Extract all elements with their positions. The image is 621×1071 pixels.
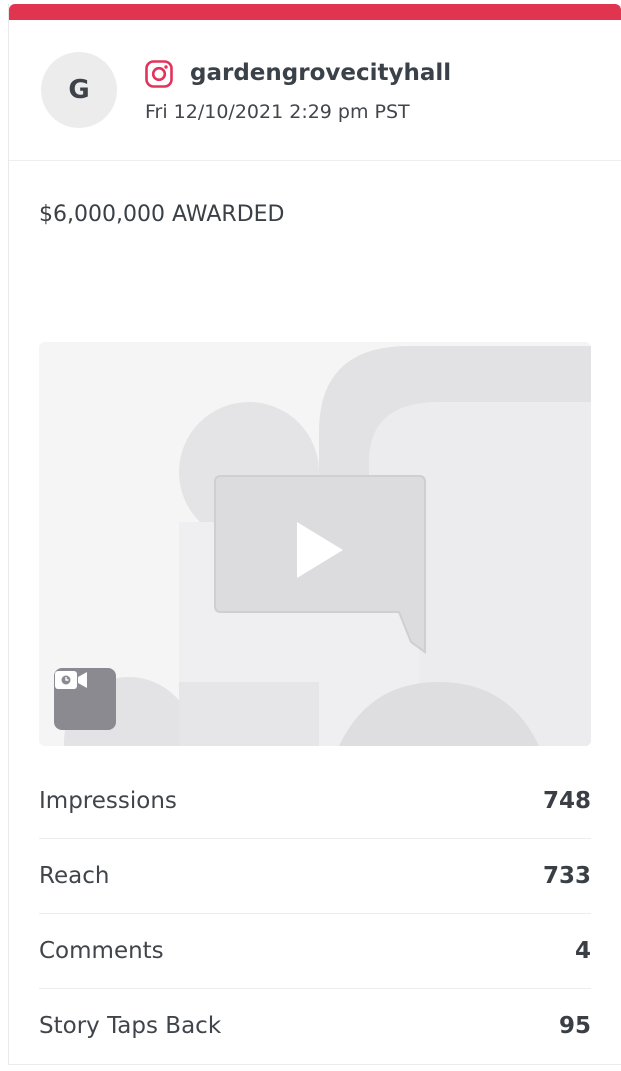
video-type-badge	[54, 668, 116, 730]
post-card: G gardengrovecityhall Fri 12/10/2021 2:2…	[8, 4, 621, 1065]
post-timestamp: Fri 12/10/2021 2:29 pm PST	[145, 101, 410, 123]
stat-label: Story Taps Back	[39, 1013, 222, 1039]
stat-value: 733	[542, 863, 591, 889]
stat-row-impressions: Impressions 748	[39, 764, 591, 839]
stat-label: Impressions	[39, 788, 177, 814]
stat-row-comments: Comments 4	[39, 914, 591, 989]
card-accent-bar	[9, 4, 621, 20]
stat-label: Comments	[39, 938, 164, 964]
media-placeholder-graphic	[39, 342, 591, 746]
stat-value: 95	[558, 1013, 591, 1039]
stat-value: 748	[542, 788, 591, 814]
instagram-icon	[144, 59, 174, 89]
header-divider	[9, 160, 621, 161]
stat-value: 4	[574, 938, 591, 964]
avatar-initial: G	[68, 75, 90, 105]
account-username[interactable]: gardengrovecityhall	[190, 60, 451, 86]
post-stats: Impressions 748 Reach 733 Comments 4 Sto…	[39, 764, 591, 1063]
stat-row-story-taps-back: Story Taps Back 95	[39, 989, 591, 1063]
avatar: G	[41, 52, 117, 128]
stat-row-reach: Reach 733	[39, 839, 591, 914]
stat-label: Reach	[39, 863, 110, 889]
post-caption: $6,000,000 AWARDED	[39, 202, 285, 227]
media-preview[interactable]	[39, 342, 591, 746]
